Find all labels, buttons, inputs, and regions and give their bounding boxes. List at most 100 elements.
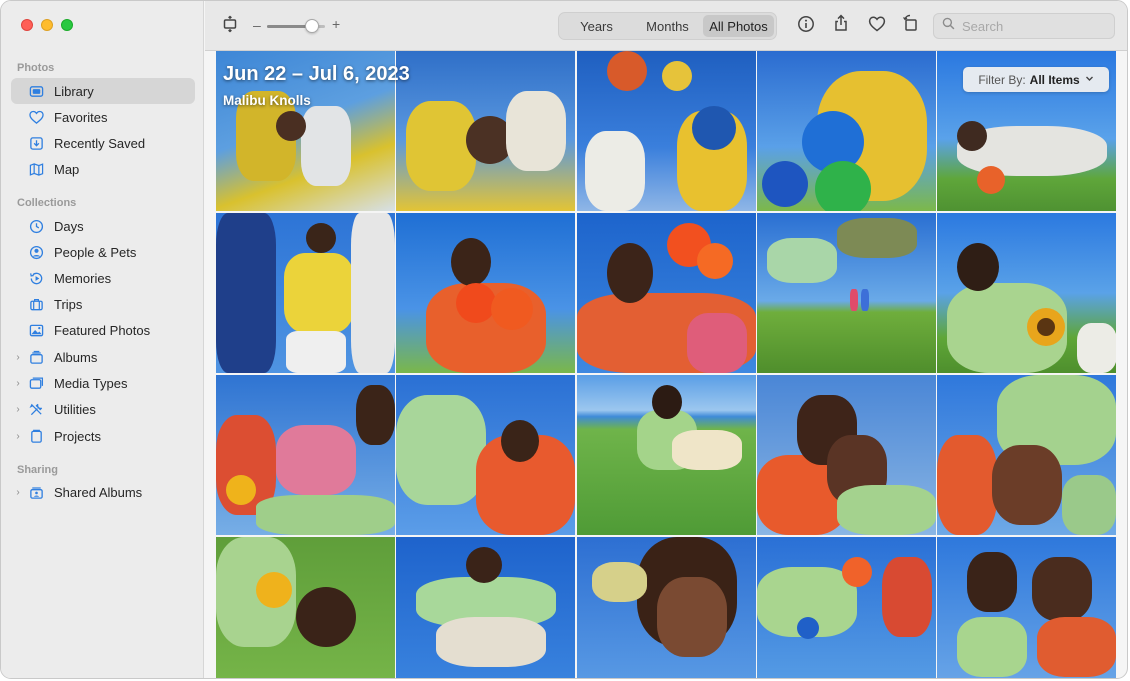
toolbar: – + Years Months All Photos xyxy=(205,1,1127,51)
photo-figure xyxy=(977,166,1005,194)
sidebar-item-featured-photos[interactable]: Featured Photos xyxy=(11,317,195,343)
photo-thumbnail[interactable] xyxy=(576,537,756,678)
photo-thumbnail[interactable] xyxy=(216,375,395,535)
sidebar-item-library[interactable]: Library xyxy=(11,78,195,104)
photo-figure xyxy=(1037,318,1055,336)
photo-figure xyxy=(491,288,534,330)
share-button[interactable] xyxy=(830,14,852,36)
disclosure-chevron-icon[interactable]: › xyxy=(11,431,25,442)
photo-figure xyxy=(606,51,647,91)
photo-thumbnail[interactable] xyxy=(937,213,1116,373)
photo-figure xyxy=(396,395,487,505)
sidebar-item-people-pets[interactable]: People & Pets xyxy=(11,239,195,265)
sidebar-item-label: Map xyxy=(54,161,80,177)
sidebar-item-label: Days xyxy=(54,218,84,234)
section-label-collections: Collections xyxy=(17,197,77,209)
maximize-window-button[interactable] xyxy=(61,19,73,31)
photo-thumbnail[interactable] xyxy=(216,213,395,373)
zoom-out-button[interactable]: – xyxy=(253,17,261,33)
date-range-title: Jun 22 – Jul 6, 2023 xyxy=(223,63,410,85)
sidebar-item-label: Shared Albums xyxy=(54,484,143,500)
rotate-button[interactable] xyxy=(900,14,922,36)
location-subtitle: Malibu Knolls xyxy=(223,93,311,108)
sidebar-item-shared-albums[interactable]: › Shared Albums xyxy=(11,479,195,505)
photo-thumbnail[interactable] xyxy=(576,213,756,373)
photo-thumbnail[interactable] xyxy=(937,537,1116,678)
sidebar-item-favorites[interactable]: Favorites xyxy=(11,104,195,130)
search-icon xyxy=(942,17,962,35)
photo-thumbnail[interactable] xyxy=(756,51,936,211)
photo-figure xyxy=(466,547,503,583)
disclosure-chevron-icon[interactable]: › xyxy=(11,352,25,363)
photo-figure xyxy=(436,617,547,667)
photo-figure xyxy=(696,243,733,279)
photo-thumbnail[interactable] xyxy=(216,537,395,678)
close-window-button[interactable] xyxy=(21,19,33,31)
photo-thumbnail[interactable] xyxy=(396,51,576,211)
search-field[interactable] xyxy=(933,13,1115,39)
photo-thumbnail[interactable] xyxy=(756,213,936,373)
photo-thumbnail[interactable] xyxy=(396,213,576,373)
sidebar-item-trips[interactable]: Trips xyxy=(11,291,195,317)
photo-figure xyxy=(860,289,869,311)
photo-thumbnail[interactable] xyxy=(396,537,576,678)
tab-years[interactable]: Years xyxy=(561,15,632,37)
info-button[interactable] xyxy=(795,15,817,37)
shared-albums-icon xyxy=(25,479,47,505)
disclosure-chevron-icon[interactable]: › xyxy=(11,487,25,498)
photo-thumbnail[interactable] xyxy=(396,375,576,535)
photo-figure xyxy=(836,218,917,258)
tab-months[interactable]: Months xyxy=(632,15,703,37)
sidebar-item-memories[interactable]: Memories xyxy=(11,265,195,291)
photo-figure xyxy=(506,91,567,171)
zoom-in-button[interactable]: + xyxy=(332,16,340,32)
sidebar-item-projects[interactable]: › Projects xyxy=(11,423,195,449)
sidebar-item-recently-saved[interactable]: Recently Saved xyxy=(11,130,195,156)
photo-thumbnail[interactable] xyxy=(576,51,756,211)
photo-figure xyxy=(216,213,276,373)
photos-window: Photos Library Favorites Recently Saved … xyxy=(0,0,1128,679)
sidebar-item-media-types[interactable]: › Media Types xyxy=(11,370,195,396)
media-types-icon xyxy=(25,370,47,396)
projects-icon xyxy=(25,423,47,449)
stack-icon xyxy=(25,344,47,370)
chevron-down-icon xyxy=(1085,74,1094,85)
photo-thumbnail[interactable] xyxy=(576,375,756,535)
sidebar-item-label: Library xyxy=(54,83,94,99)
filter-prefix-label: Filter By: xyxy=(978,72,1026,87)
sidebar-item-utilities[interactable]: › Utilities xyxy=(11,396,195,422)
photo-thumbnail[interactable] xyxy=(937,375,1116,535)
favorite-heart-icon xyxy=(868,15,886,38)
search-input[interactable] xyxy=(962,18,1102,34)
rotate-icon xyxy=(902,14,920,37)
favorite-button[interactable] xyxy=(866,15,888,37)
photo-figure xyxy=(584,131,645,211)
sidebar-item-label: Albums xyxy=(54,349,98,365)
photo-figure xyxy=(306,223,336,253)
photo-figure xyxy=(656,577,727,657)
sidebar-item-albums[interactable]: › Albums xyxy=(11,344,195,370)
sidebar-item-label: Projects xyxy=(54,428,101,444)
tab-all-photos[interactable]: All Photos xyxy=(703,15,774,37)
photo-grid xyxy=(216,51,1116,678)
sidebar-item-days[interactable]: Days xyxy=(11,213,195,239)
photo-icon xyxy=(25,317,47,343)
slideshow-aspect-button[interactable] xyxy=(219,15,241,37)
photo-thumbnail[interactable] xyxy=(756,537,936,678)
photo-thumbnail[interactable] xyxy=(756,375,936,535)
minimize-window-button[interactable] xyxy=(41,19,53,31)
photo-figure xyxy=(256,495,395,535)
filter-by-button[interactable]: Filter By: All Items xyxy=(963,67,1109,92)
disclosure-chevron-icon[interactable]: › xyxy=(11,378,25,389)
photo-figure xyxy=(1037,617,1116,677)
sidebar-item-map[interactable]: Map xyxy=(11,156,195,182)
sidebar-item-label: Utilities xyxy=(54,401,96,417)
photo-figure xyxy=(226,475,256,505)
photo-figure xyxy=(301,106,351,186)
disclosure-chevron-icon[interactable]: › xyxy=(11,404,25,415)
photo-figure xyxy=(967,552,1017,612)
info-icon xyxy=(797,15,815,38)
zoom-slider-knob[interactable] xyxy=(305,19,320,33)
photo-figure xyxy=(284,253,354,333)
photo-figure xyxy=(501,420,540,462)
